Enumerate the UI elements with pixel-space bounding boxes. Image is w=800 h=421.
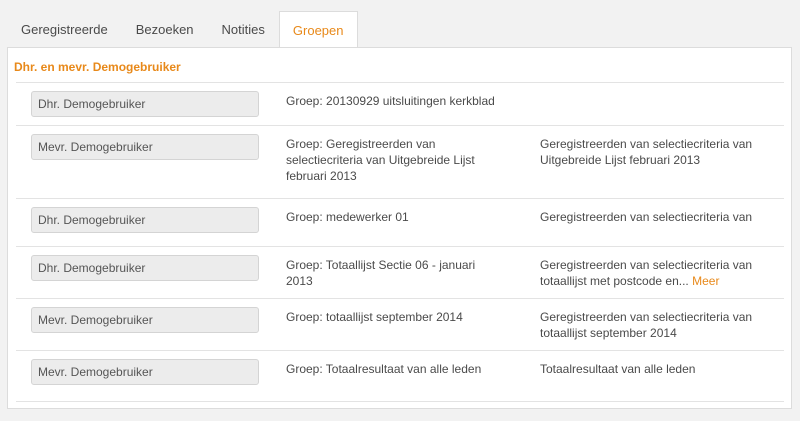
group-description: Totaalresultaat van alle leden xyxy=(540,361,780,377)
groups-panel: Dhr. en mevr. Demogebruiker Dhr. Demogeb… xyxy=(7,47,792,409)
group-description: Geregistreerden van selectiecriteria van… xyxy=(540,136,780,168)
group-name: Groep: Geregistreerden van selectiecrite… xyxy=(286,137,475,183)
member-name-field: Mevr. Demogebruiker xyxy=(31,359,259,385)
group-description-text: Geregistreerden van selectiecriteria van… xyxy=(540,258,753,288)
group-row: Dhr. Demogebruiker Groep: 20130929 uitsl… xyxy=(16,83,784,126)
group-name: Groep: 20130929 uitsluitingen kerkblad xyxy=(286,94,495,108)
group-row: Mevr. Demogebruiker Groep: Geregistreerd… xyxy=(16,126,784,199)
member-name-field: Mevr. Demogebruiker xyxy=(31,134,259,160)
tab-groepen[interactable]: Groepen xyxy=(278,11,358,49)
member-name-field: Dhr. Demogebruiker xyxy=(31,91,259,117)
group-row: Mevr. Demogebruiker Groep: Totaalresulta… xyxy=(16,351,784,402)
group-name: Groep: medewerker 01 xyxy=(286,210,409,224)
member-name-field: Dhr. Demogebruiker xyxy=(31,207,259,233)
tab-bar: Geregistreerde Bezoeken Notities Groepen xyxy=(7,11,358,49)
group-description-text: Geregistreerden van selectiecriteria van… xyxy=(540,310,753,340)
tab-notities[interactable]: Notities xyxy=(208,11,279,48)
group-description-text: Totaalresultaat van alle leden xyxy=(540,362,696,376)
group-row: Mevr. Demogebruiker Groep: totaallijst s… xyxy=(16,299,784,351)
person-heading: Dhr. en mevr. Demogebruiker xyxy=(14,60,181,74)
group-description-text: Geregistreerden van selectiecriteria van… xyxy=(540,137,753,167)
tab-geregistreerde[interactable]: Geregistreerde xyxy=(7,11,122,48)
group-description-text: Geregistreerden van selectiecriteria van xyxy=(540,210,753,224)
group-list: Dhr. Demogebruiker Groep: 20130929 uitsl… xyxy=(16,82,784,402)
group-row: Dhr. Demogebruiker Groep: medewerker 01 … xyxy=(16,199,784,247)
group-description: Geregistreerden van selectiecriteria van xyxy=(540,209,780,225)
more-link[interactable]: Meer xyxy=(692,274,719,288)
tab-bezoeken[interactable]: Bezoeken xyxy=(122,11,208,48)
group-description: Geregistreerden van selectiecriteria van… xyxy=(540,309,780,341)
group-name: Groep: Totaalresultaat van alle leden xyxy=(286,362,482,376)
member-name-field: Dhr. Demogebruiker xyxy=(31,255,259,281)
member-name-field: Mevr. Demogebruiker xyxy=(31,307,259,333)
group-row: Dhr. Demogebruiker Groep: Totaallijst Se… xyxy=(16,247,784,299)
group-description: Geregistreerden van selectiecriteria van… xyxy=(540,257,780,289)
group-name: Groep: totaallijst september 2014 xyxy=(286,310,463,324)
group-name: Groep: Totaallijst Sectie 06 - januari 2… xyxy=(286,258,476,288)
